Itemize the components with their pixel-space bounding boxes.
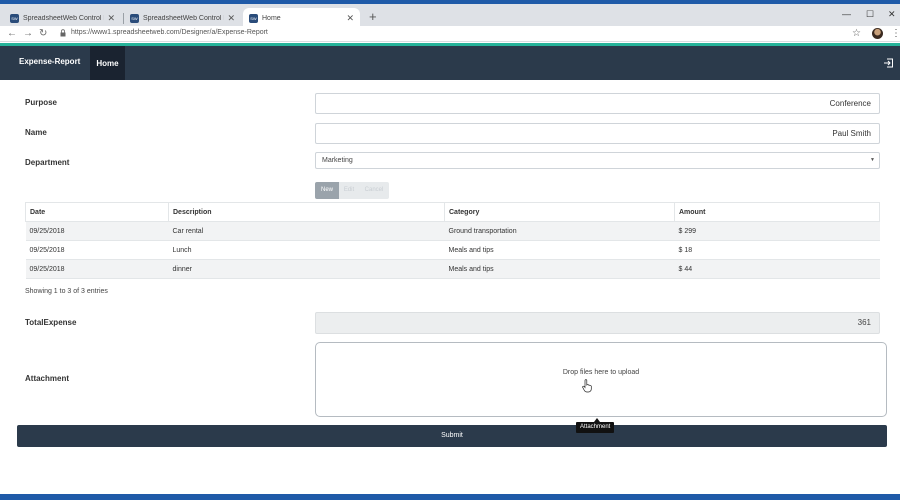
purpose-input[interactable]: Conference: [315, 93, 880, 114]
column-header-date[interactable]: Date: [25, 202, 169, 222]
department-selected-value: Marketing: [322, 157, 353, 164]
attachment-dropzone[interactable]: Drop files here to upload: [315, 342, 887, 417]
cell-date: 09/25/2018: [25, 221, 169, 241]
spreadsheetweb-favicon-icon: SW: [249, 13, 258, 23]
close-icon[interactable]: ✕: [107, 13, 115, 24]
window-close-icon[interactable]: ✕: [888, 10, 896, 19]
hand-cursor-icon: [582, 379, 592, 393]
table-header-row: Date Description Category Amount: [25, 202, 880, 222]
table-info: Showing 1 to 3 of 3 entries: [25, 288, 108, 295]
new-tab-plus-icon[interactable]: +: [369, 10, 377, 24]
cell-category: Meals and tips: [444, 240, 675, 260]
logout-icon[interactable]: [883, 58, 894, 68]
attachment-tooltip: Attachment: [576, 422, 615, 433]
department-label: Department: [25, 158, 70, 167]
kebab-menu-icon[interactable]: ⋮: [891, 28, 900, 39]
browser-tab-bar: SW SpreadsheetWeb Control Panel ✕ SW Spr…: [0, 4, 900, 28]
edit-row-button[interactable]: Edit: [339, 182, 359, 199]
cell-amount: $ 299: [674, 221, 880, 241]
expense-table: Date Description Category Amount 09/25/2…: [25, 202, 880, 279]
cell-date: 09/25/2018: [25, 259, 169, 279]
chevron-down-icon: ▼: [870, 157, 875, 163]
nav-item-home[interactable]: Home: [90, 46, 125, 80]
cell-category: Ground transportation: [444, 221, 675, 241]
attachment-label: Attachment: [25, 374, 70, 383]
purpose-label: Purpose: [25, 98, 58, 107]
cell-date: 09/25/2018: [25, 240, 169, 260]
close-icon[interactable]: ✕: [346, 13, 354, 24]
arrow-right-icon[interactable]: →: [23, 28, 33, 39]
cell-amount: $ 44: [674, 259, 880, 279]
spreadsheetweb-favicon-icon: SW: [10, 13, 19, 23]
name-input[interactable]: Paul Smith: [315, 123, 880, 144]
tab-title: Home: [262, 14, 281, 22]
cell-description: dinner: [168, 259, 445, 279]
table-row[interactable]: 09/25/2018 Lunch Meals and tips $ 18: [25, 240, 880, 260]
browser-tab-1[interactable]: SW SpreadsheetWeb Control Panel ✕: [4, 8, 121, 28]
total-expense-value: 361: [315, 312, 880, 334]
arrow-left-icon[interactable]: ←: [7, 28, 17, 39]
department-select[interactable]: Marketing ▼: [315, 152, 880, 169]
url-input[interactable]: https://www1.spreadsheetweb.com/Designer…: [71, 29, 268, 36]
spreadsheetweb-favicon-icon: SW: [130, 13, 139, 23]
lock-icon: [60, 29, 66, 37]
app-brand[interactable]: Expense-Report: [19, 57, 80, 66]
cell-description: Lunch: [168, 240, 445, 260]
table-actions: New Edit Cancel: [315, 182, 389, 199]
cell-category: Meals and tips: [444, 259, 675, 279]
new-row-button[interactable]: New: [315, 182, 339, 199]
avatar[interactable]: [872, 28, 883, 39]
maximize-icon[interactable]: ☐: [866, 10, 874, 19]
dropzone-text: Drop files here to upload: [562, 369, 640, 376]
name-label: Name: [25, 128, 47, 137]
cancel-row-button[interactable]: Cancel: [359, 182, 389, 199]
browser-tab-active[interactable]: SW Home ✕: [243, 8, 360, 28]
cell-description: Car rental: [168, 221, 445, 241]
star-icon[interactable]: ☆: [852, 28, 861, 39]
submit-button[interactable]: Submit: [17, 425, 887, 447]
tab-title: SpreadsheetWeb Control Panel: [143, 14, 224, 22]
column-header-amount[interactable]: Amount: [674, 202, 880, 222]
table-row[interactable]: 09/25/2018 Car rental Ground transportat…: [25, 221, 880, 241]
browser-tab-2[interactable]: SW SpreadsheetWeb Control Panel ✕: [124, 8, 241, 28]
table-row[interactable]: 09/25/2018 dinner Meals and tips $ 44: [25, 259, 880, 279]
tab-title: SpreadsheetWeb Control Panel: [23, 14, 104, 22]
taskbar-stripe: [0, 494, 900, 500]
minimize-icon[interactable]: —: [842, 10, 851, 19]
column-header-description[interactable]: Description: [168, 202, 445, 222]
reload-icon[interactable]: ↻: [39, 28, 47, 39]
column-header-category[interactable]: Category: [444, 202, 675, 222]
close-icon[interactable]: ✕: [227, 13, 235, 24]
address-bar: ← → ↻ https://www1.spreadsheetweb.com/De…: [0, 26, 900, 42]
app-navbar: Expense-Report Home: [0, 46, 900, 80]
total-expense-label: TotalExpense: [25, 318, 77, 327]
cell-amount: $ 18: [674, 240, 880, 260]
